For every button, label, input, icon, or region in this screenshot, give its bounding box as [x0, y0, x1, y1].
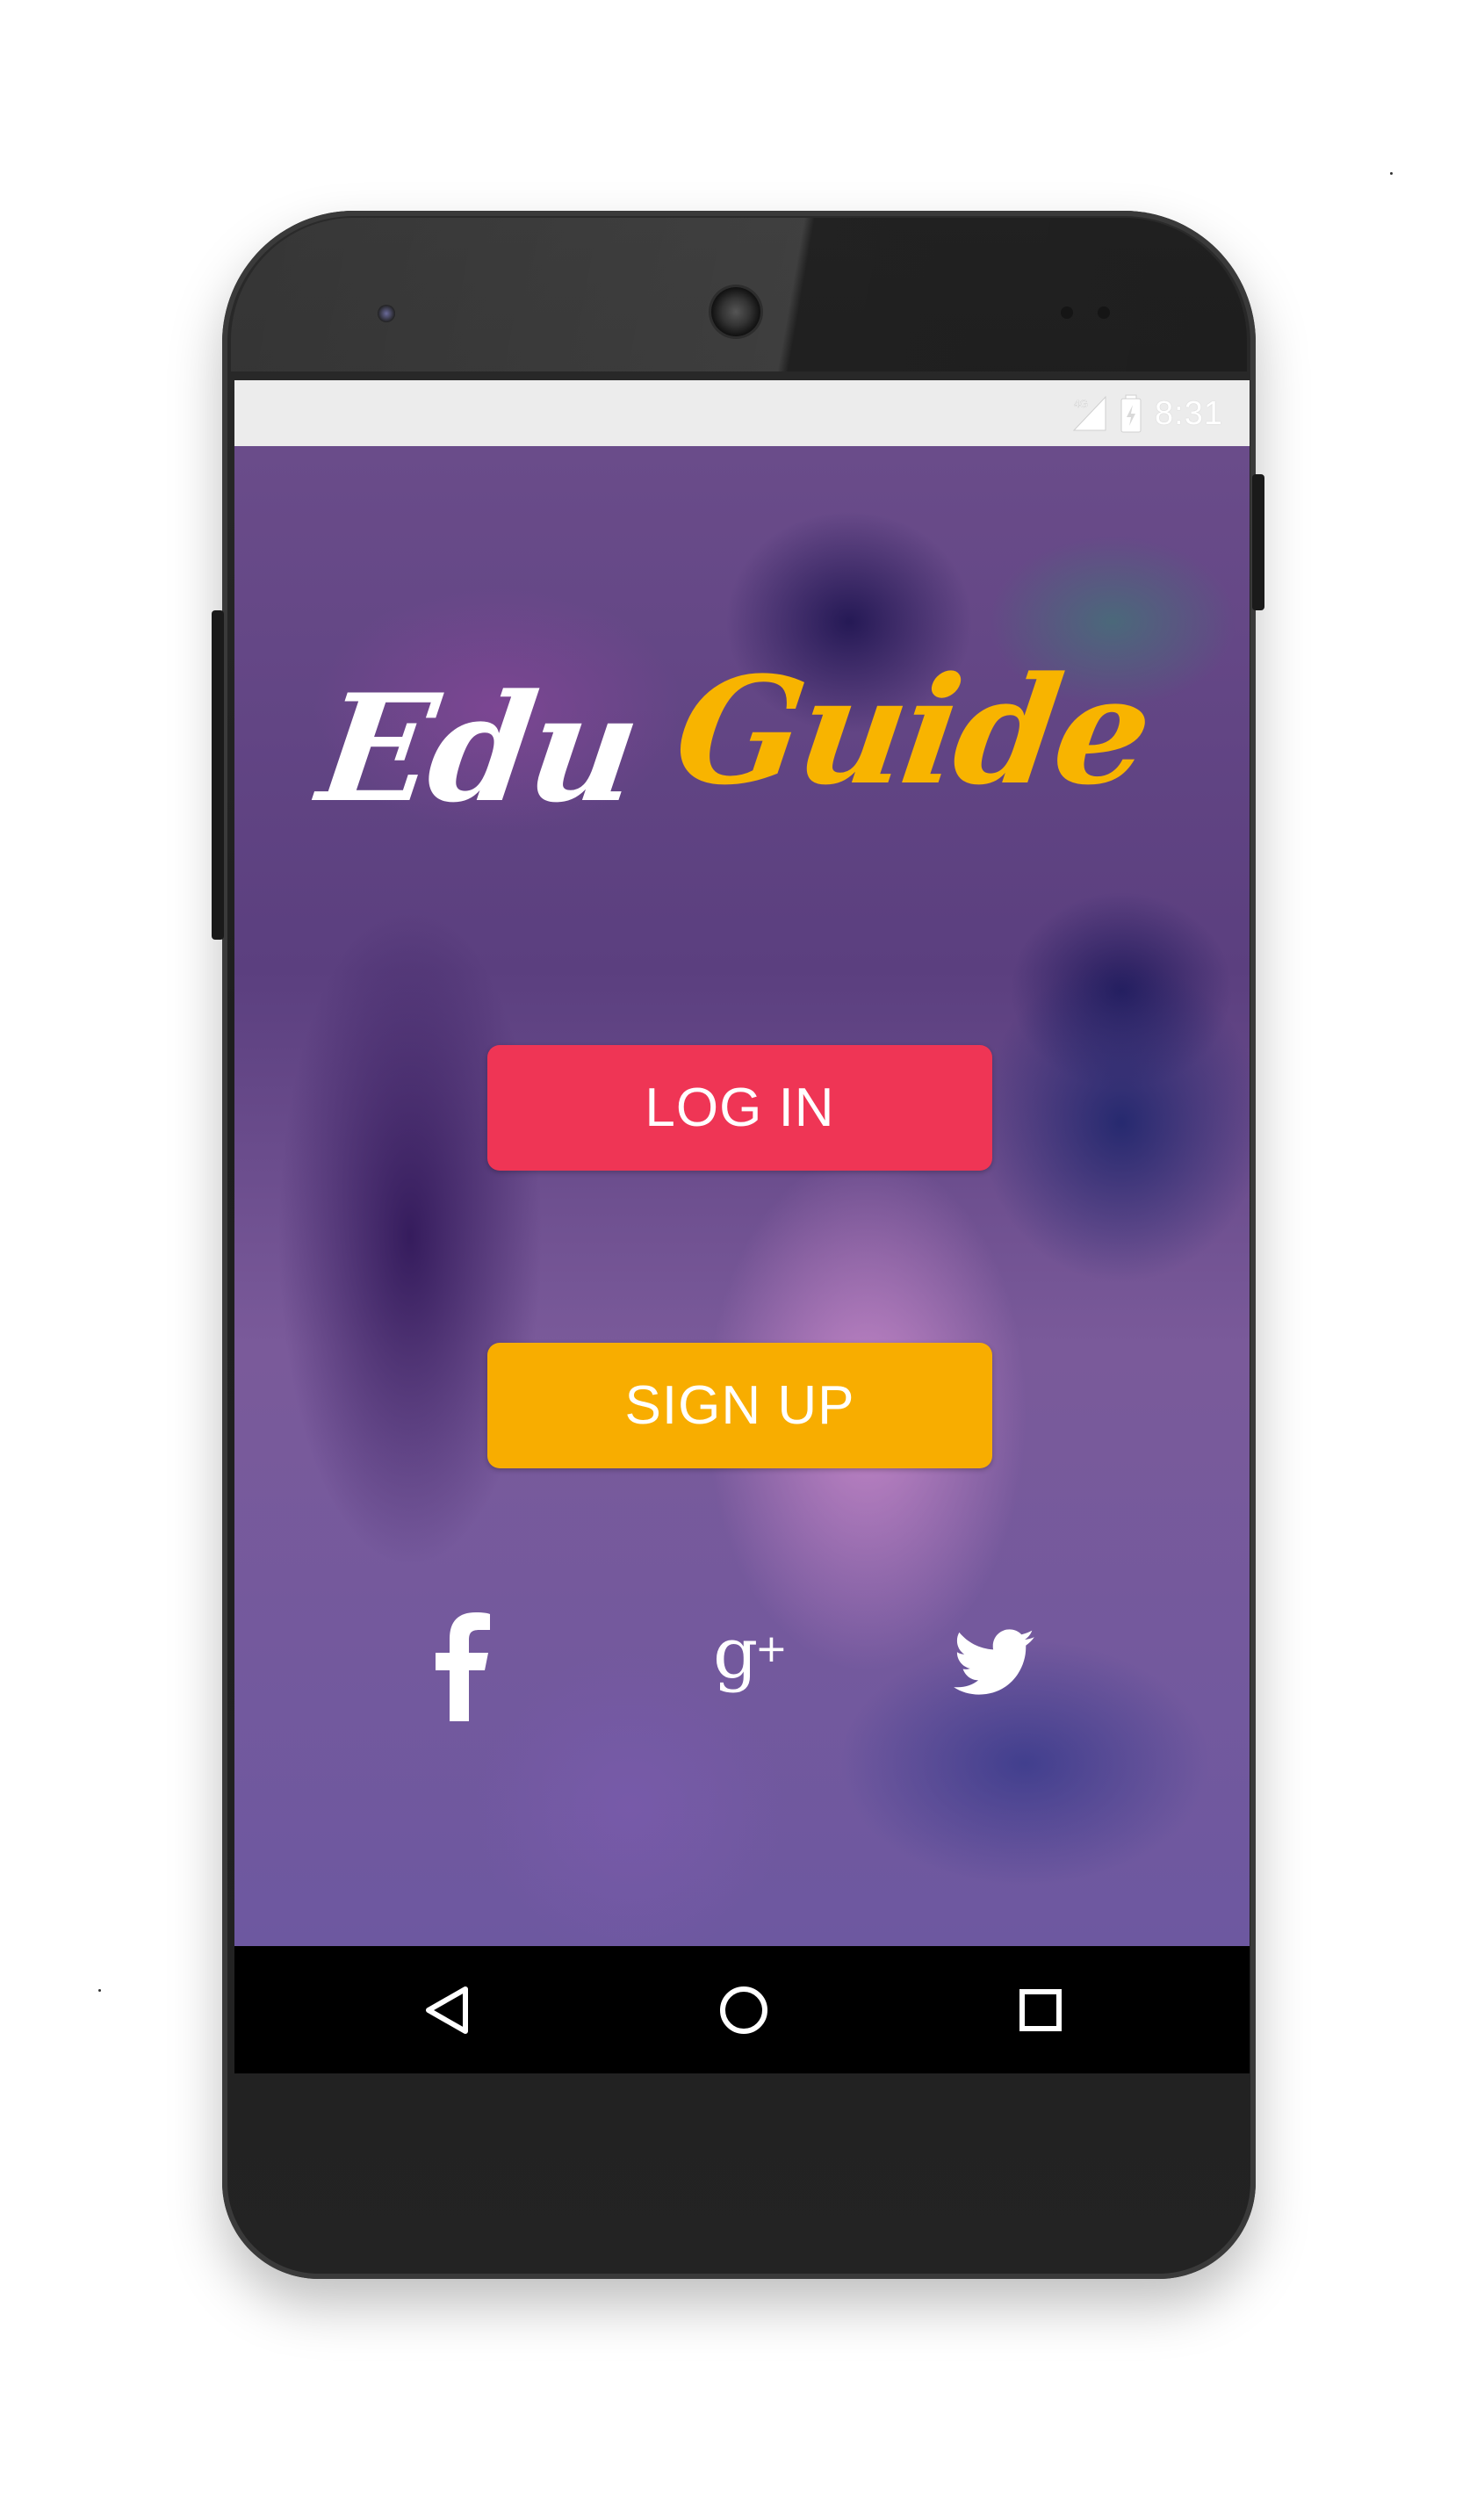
logo-guide-text: Guide — [666, 644, 1159, 818]
splash-content: Edu Guide LOG IN SIGN UP g + — [234, 446, 1250, 1946]
google-plus-login-button[interactable]: g + — [695, 1598, 810, 1730]
volume-button — [212, 610, 224, 940]
back-icon — [426, 1986, 468, 2034]
stray-dot — [98, 1989, 101, 1992]
light-sensor — [1098, 306, 1110, 319]
status-icons: 4G 8:31 — [1072, 393, 1223, 435]
battery-icon — [1120, 394, 1142, 433]
twitter-icon — [954, 1629, 1034, 1695]
signup-button[interactable]: SIGN UP — [487, 1343, 992, 1468]
power-button — [1252, 474, 1264, 610]
home-icon — [720, 1986, 767, 2034]
facebook-login-button[interactable] — [406, 1598, 520, 1730]
app-logo: Edu Guide — [310, 644, 1159, 846]
svg-text:+: + — [755, 1626, 788, 1671]
earpiece-speaker — [711, 287, 760, 336]
nav-home-button[interactable] — [712, 1979, 775, 2042]
status-bar: 4G 8:31 — [234, 380, 1250, 446]
status-time: 8:31 — [1155, 394, 1223, 432]
phone-screen: 4G 8:31 Edu Guide LOG IN SIGN UP g + — [234, 380, 1250, 2073]
logo-edu-text: Edu — [310, 661, 647, 835]
page: 4G 8:31 Edu Guide LOG IN SIGN UP g + — [0, 0, 1484, 2509]
nav-back-button[interactable] — [414, 1979, 478, 2042]
network-type-label: 4G — [1074, 398, 1088, 410]
stray-dot — [1390, 172, 1393, 175]
facebook-icon — [436, 1612, 490, 1721]
signal-icon: 4G — [1072, 395, 1106, 431]
twitter-login-button[interactable] — [937, 1598, 1051, 1730]
recents-icon — [1019, 1989, 1062, 2031]
nav-recents-button[interactable] — [1009, 1979, 1072, 2042]
svg-text:g: g — [713, 1616, 758, 1694]
login-button[interactable]: LOG IN — [487, 1045, 992, 1171]
navigation-bar — [234, 1946, 1250, 2073]
google-plus-icon: g + — [713, 1616, 788, 1694]
front-camera — [378, 305, 395, 322]
proximity-sensor — [1061, 306, 1073, 319]
